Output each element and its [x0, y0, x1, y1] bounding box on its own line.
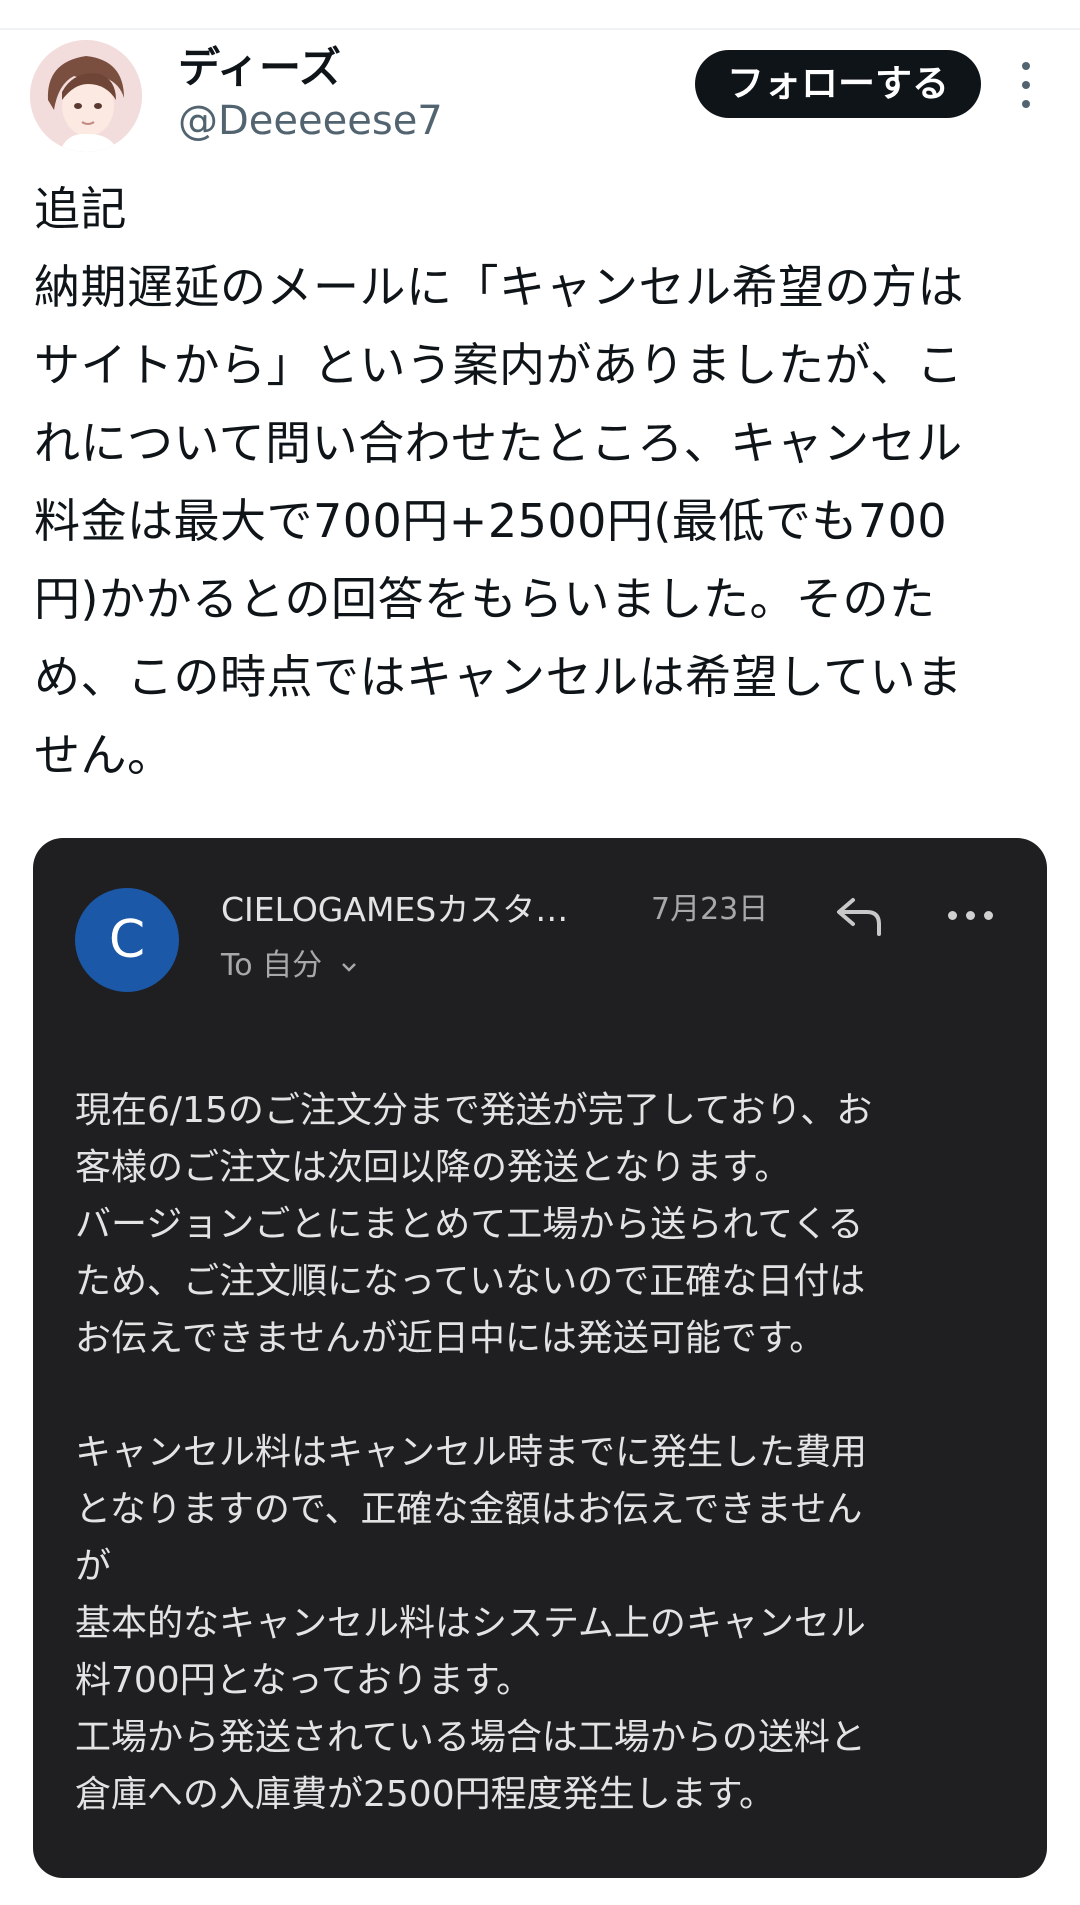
- tweet-line: せん。: [34, 728, 174, 782]
- recipient-label: To 自分: [221, 948, 323, 983]
- tweet-line: 納期遅延のメールに「キャンセル希望の方は: [34, 260, 964, 314]
- email-recipient: To 自分: [221, 946, 360, 986]
- attached-email-screenshot[interactable]: C CIELOGAMESカスタ… 7月23日 To 自分 現在6/15のご注文分…: [33, 838, 1047, 1878]
- email-line: ため、ご注文順になっていないので正確な日付は: [75, 1261, 866, 1302]
- email-line: お伝えできませんが近日中には発送可能です。: [75, 1318, 826, 1359]
- more-horizontal-icon: [948, 908, 994, 922]
- email-line: 現在6/15のご注文分まで発送が完了しており、お: [75, 1090, 873, 1131]
- email-line: バージョンごとにまとめて工場から送られてくる: [75, 1204, 864, 1245]
- email-body: 現在6/15のご注文分まで発送が完了しており、お 客様のご注文は次回以降の発送と…: [75, 1082, 1025, 1823]
- email-line: キャンセル料はキャンセル時までに発生した費用: [75, 1432, 868, 1473]
- tweet-line: れについて問い合わせたところ、キャンセル: [34, 416, 963, 470]
- tweet-line: 円)かかるとの回答をもらいました。そのた: [34, 572, 936, 626]
- reply-icon: [837, 898, 881, 936]
- email-line: 工場から発送されている場合は工場からの送料と: [75, 1717, 866, 1758]
- follow-button[interactable]: フォローする: [695, 50, 981, 118]
- email-line: 基本的なキャンセル料はシステム上のキャンセル: [75, 1603, 866, 1644]
- email-line: 客様のご注文は次回以降の発送となります。: [75, 1147, 791, 1188]
- author-display-name[interactable]: ディーズ: [178, 42, 341, 94]
- author-handle[interactable]: @Deeeeese7: [178, 96, 443, 146]
- tweet-text: 追記 納期遅延のメールに「キャンセル希望の方は サイトから」という案内がありまし…: [34, 170, 1054, 794]
- tweet-line: め、この時点ではキャンセルは希望していま: [34, 650, 963, 704]
- more-vertical-icon[interactable]: [1012, 60, 1040, 110]
- author-avatar[interactable]: [30, 40, 142, 152]
- email-line: が: [75, 1546, 112, 1587]
- email-date: 7月23日: [651, 892, 769, 927]
- tweet-line: サイトから」という案内がありましたが、こ: [34, 338, 964, 392]
- tweet-line: 料金は最大で700円+2500円(最低でも700: [34, 494, 948, 548]
- sender-avatar: C: [75, 888, 179, 992]
- top-divider: [0, 28, 1080, 30]
- email-line: となりますので、正確な金額はお伝えできません: [75, 1489, 863, 1530]
- email-sender: CIELOGAMESカスタ…: [221, 890, 569, 929]
- tweet-line: 追記: [34, 182, 127, 236]
- email-line: 料700円となっております。: [75, 1660, 533, 1701]
- email-line: 倉庫への入庫費が2500円程度発生します。: [75, 1774, 776, 1815]
- chevron-down-icon: [341, 962, 356, 972]
